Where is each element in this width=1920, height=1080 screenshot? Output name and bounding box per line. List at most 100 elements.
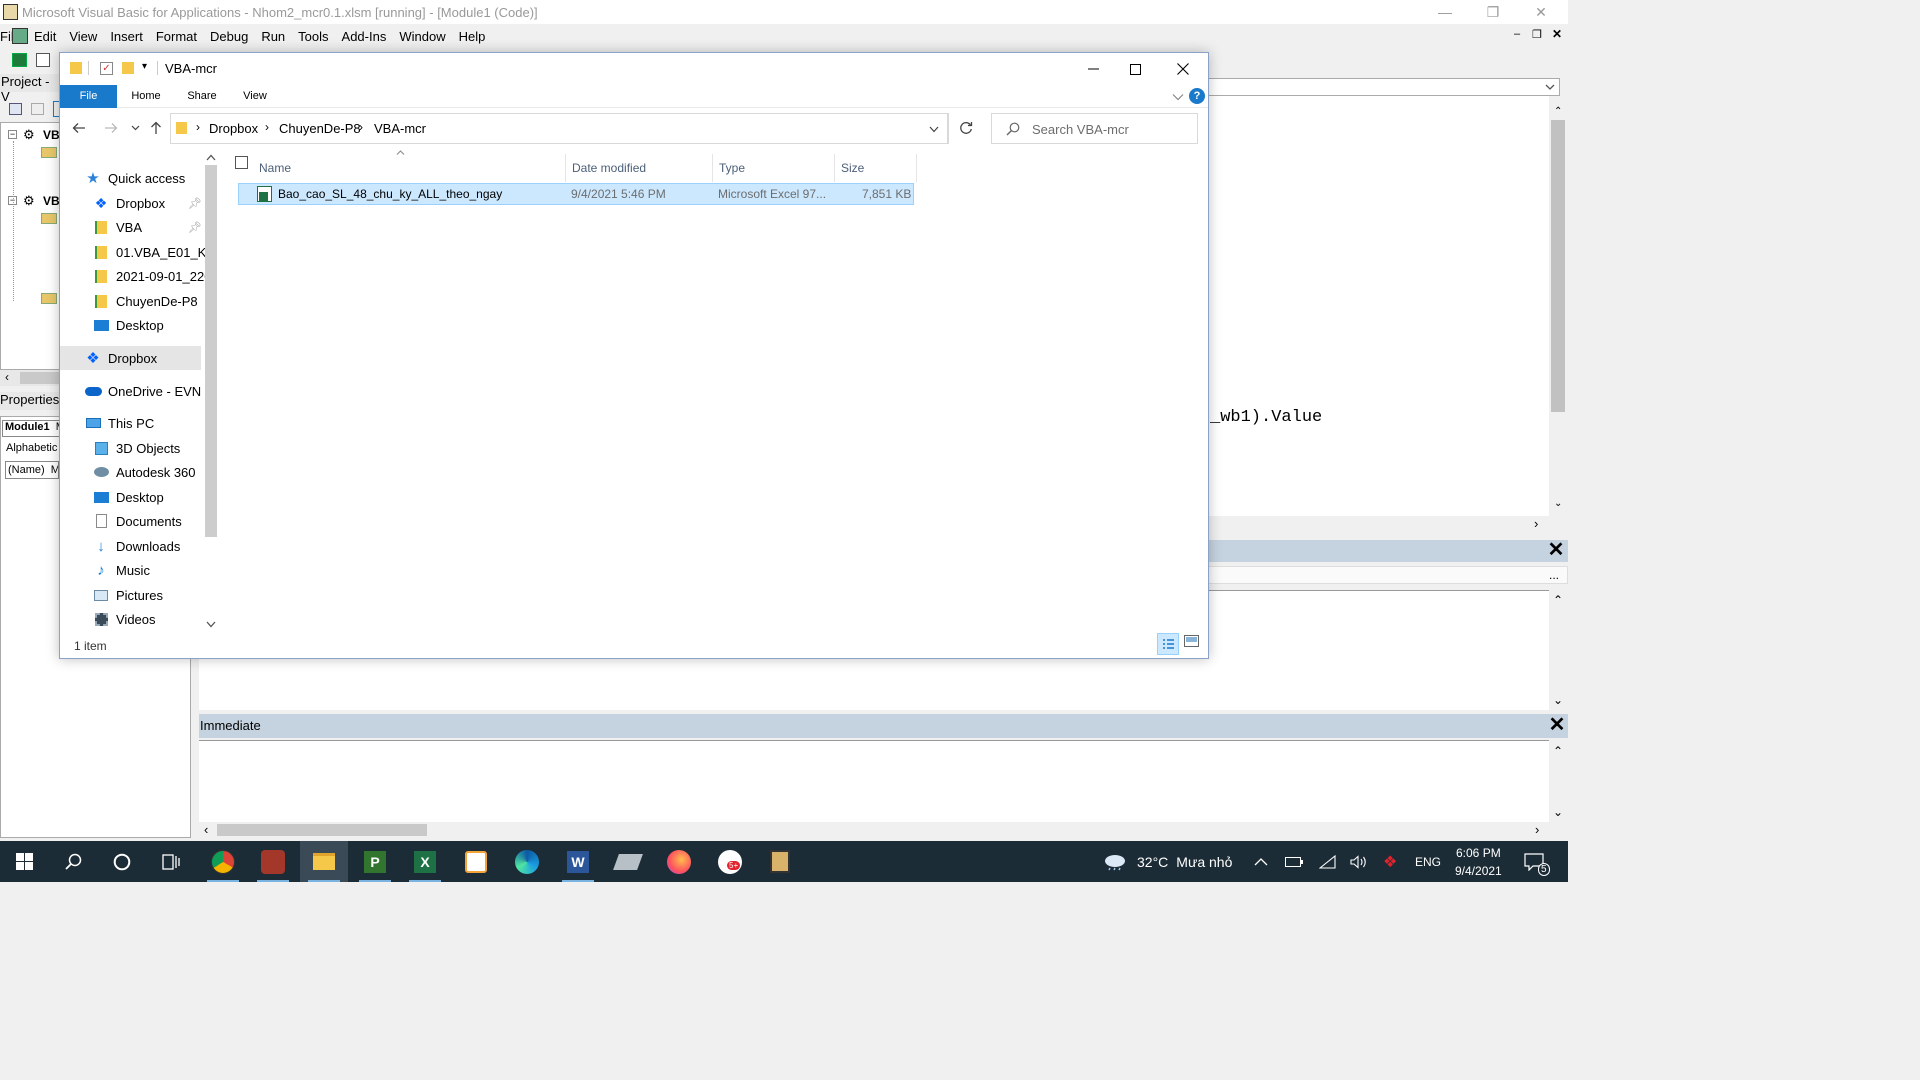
column-header-type[interactable]: Type	[713, 154, 835, 182]
volume-button[interactable]	[1350, 841, 1368, 882]
taskbar-game[interactable]	[249, 841, 297, 882]
nav-desktop[interactable]: Desktop	[60, 485, 205, 509]
nav-this-pc[interactable]: This PC	[60, 411, 205, 435]
scroll-down-icon[interactable]: ⌄	[1553, 693, 1563, 707]
close-icon[interactable]: ✕	[1548, 715, 1566, 735]
explorer-close-button[interactable]	[1160, 53, 1206, 85]
nav-onedrive[interactable]: OneDrive - EVN	[60, 379, 205, 403]
scroll-left-icon[interactable]: ‹	[5, 370, 9, 384]
scroll-left-icon[interactable]: ‹	[204, 822, 208, 837]
scroll-down-icon[interactable]: ⌄	[1554, 498, 1562, 509]
large-icons-view-button[interactable]	[1184, 635, 1202, 653]
tab-share[interactable]: Share	[178, 85, 226, 108]
menu-help[interactable]: Help	[459, 29, 486, 44]
nav-3d-objects[interactable]: 3D Objects	[60, 436, 205, 460]
scroll-up-icon[interactable]	[206, 154, 216, 161]
nav-quick-dropbox[interactable]: ❖ Dropbox 📌︎	[60, 191, 205, 215]
tree-expander[interactable]: −	[8, 130, 17, 139]
search-box[interactable]: Search VBA-mcr	[991, 113, 1198, 144]
start-button[interactable]	[0, 841, 48, 882]
up-arrow-icon[interactable]	[150, 121, 162, 135]
chevron-down-icon[interactable]	[929, 126, 939, 133]
tab-home[interactable]: Home	[122, 85, 170, 108]
view-code-icon[interactable]	[9, 103, 22, 115]
tab-view[interactable]: View	[232, 85, 278, 108]
code-hscrollbar[interactable]: ›	[1208, 516, 1568, 532]
select-all-checkbox[interactable]	[235, 156, 248, 169]
taskbar-edge[interactable]	[503, 841, 551, 882]
nav-quick-desktop[interactable]: Desktop	[60, 313, 205, 337]
menu-insert[interactable]: Insert	[110, 29, 143, 44]
column-header-name[interactable]: Name	[253, 154, 566, 182]
taskbar-notes[interactable]	[452, 841, 500, 882]
mdi-close-button[interactable]: ✕	[1552, 27, 1562, 41]
scroll-down-icon[interactable]: ⌄	[1553, 805, 1563, 819]
scroll-thumb[interactable]	[217, 824, 427, 836]
menu-run[interactable]: Run	[261, 29, 285, 44]
nav-pictures[interactable]: Pictures	[60, 583, 205, 607]
taskbar-zalo[interactable]: 5+	[706, 841, 754, 882]
mdi-minimize-button[interactable]: –	[1514, 28, 1520, 40]
breadcrumb-dropbox[interactable]: Dropbox	[209, 121, 258, 136]
taskbar-firefox[interactable]	[655, 841, 703, 882]
scroll-up-icon[interactable]: ⌃	[1554, 106, 1562, 117]
nav-quick-vba[interactable]: VBA 📌︎	[60, 215, 205, 239]
help-icon[interactable]: ?	[1189, 88, 1205, 104]
taskbar-project[interactable]: P	[351, 841, 399, 882]
nav-music[interactable]: ♪ Music	[60, 558, 205, 582]
breadcrumb-chuyende[interactable]: ChuyenDe-P8	[279, 121, 361, 136]
back-arrow-icon[interactable]	[72, 122, 86, 134]
more-icon[interactable]: ...	[1549, 568, 1559, 582]
code-vscrollbar[interactable]: ⌃ ⌄	[1549, 96, 1568, 516]
new-folder-icon[interactable]	[122, 62, 134, 74]
tab-alphabetic[interactable]: Alphabetic	[6, 442, 57, 454]
tab-file[interactable]: File	[60, 85, 117, 108]
view-object-icon[interactable]	[31, 103, 44, 115]
vba-restore-button[interactable]: ❐	[1470, 0, 1516, 24]
scroll-down-icon[interactable]	[206, 621, 216, 628]
scroll-up-icon[interactable]: ⌃	[1553, 593, 1563, 607]
taskbar-word[interactable]: W	[554, 841, 602, 882]
nav-dropbox[interactable]: ❖ Dropbox	[60, 346, 201, 370]
battery-button[interactable]	[1285, 841, 1303, 882]
vba-close-button[interactable]: ✕	[1518, 0, 1564, 24]
cortana-button[interactable]	[98, 841, 146, 882]
property-row[interactable]: (Name) Mo	[5, 461, 59, 479]
insert-module-icon[interactable]	[36, 53, 50, 67]
project-hscrollbar[interactable]: ‹	[0, 370, 60, 386]
network-button[interactable]	[1319, 841, 1337, 882]
scroll-up-icon[interactable]: ⌃	[1553, 744, 1563, 758]
language-indicator[interactable]: ENG	[1415, 841, 1441, 882]
properties-object-combo[interactable]: Module1 M	[2, 420, 60, 437]
menu-window[interactable]: Window	[399, 29, 445, 44]
file-row[interactable]: Bao_cao_SL_48_chu_ky_ALL_theo_ngay 9/4/2…	[238, 183, 914, 205]
explorer-maximize-button[interactable]	[1112, 53, 1158, 85]
notification-center-button[interactable]: 5	[1524, 841, 1550, 882]
immediate-hscrollbar[interactable]: ‹ ›	[199, 822, 1568, 838]
taskbar-chrome[interactable]	[199, 841, 247, 882]
address-bar[interactable]: › Dropbox › ChuyenDe-P8 › VBA-mcr	[170, 113, 948, 144]
taskbar-scanner[interactable]	[604, 841, 652, 882]
column-header-size[interactable]: Size	[835, 154, 917, 182]
nav-downloads[interactable]: ↓ Downloads	[60, 534, 205, 558]
nav-documents[interactable]: Documents	[60, 509, 205, 533]
menu-edit[interactable]: Edit	[34, 29, 56, 44]
excel-view-icon[interactable]	[12, 53, 27, 67]
refresh-icon[interactable]	[959, 121, 973, 135]
details-view-button[interactable]	[1157, 633, 1179, 655]
taskbar-clipboard[interactable]	[756, 841, 804, 882]
scroll-thumb[interactable]	[20, 372, 60, 384]
properties-check-icon[interactable]: ✓	[100, 62, 113, 75]
expand-ribbon-icon[interactable]	[1172, 93, 1184, 101]
scroll-right-icon[interactable]: ›	[1534, 516, 1538, 531]
forward-arrow-icon[interactable]	[104, 122, 118, 134]
nav-quick-chuyende[interactable]: ChuyenDe-P8	[60, 289, 205, 313]
customize-qat-icon[interactable]: ▾	[142, 61, 147, 72]
explorer-minimize-button[interactable]	[1070, 53, 1116, 85]
taskbar-excel[interactable]: X	[401, 841, 449, 882]
mdi-restore-button[interactable]: ❐	[1532, 28, 1542, 41]
weather-widget[interactable]: 32°C Mưa nhỏ	[1103, 841, 1232, 882]
breadcrumb-vba-mcr[interactable]: VBA-mcr	[374, 121, 426, 136]
procedure-combo[interactable]	[1208, 78, 1560, 96]
menu-view[interactable]: View	[69, 29, 97, 44]
